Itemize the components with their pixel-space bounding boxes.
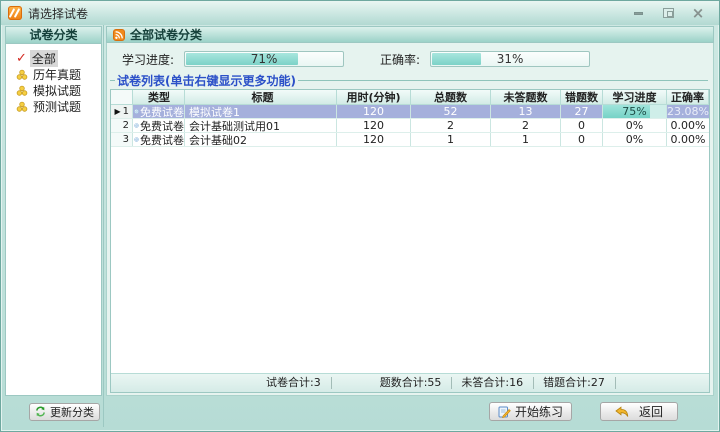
paper-total: 52 — [411, 105, 491, 118]
col-header-progress[interactable]: 学习进度 — [603, 90, 667, 104]
category-tree: ✓ 全部 历年真题 模拟试题 预测试题 — [6, 44, 101, 121]
row-number: 3 — [123, 134, 129, 145]
col-header-total[interactable]: 总题数 — [411, 90, 491, 104]
refresh-categories-label: 更新分类 — [50, 404, 94, 420]
paper-accuracy: 0.00% — [667, 133, 709, 146]
paper-progress: 0% — [603, 133, 667, 146]
paper-table: 类型 标题 用时(分钟) 总题数 未答题数 错题数 学习进度 正确率 ▶1 — [110, 89, 710, 393]
back-icon — [615, 406, 629, 418]
back-label: 返回 — [639, 403, 663, 420]
accuracy-bar: 31% — [430, 51, 590, 67]
sidebar-item-all[interactable]: ✓ 全部 — [8, 51, 99, 66]
paper-unanswered: 1 — [491, 133, 561, 146]
paper-type: 免费试卷 — [140, 105, 184, 118]
paper-type: 免费试卷 — [140, 119, 184, 132]
sidebar-item-past-papers[interactable]: 历年真题 — [8, 67, 99, 82]
table-header-row: 类型 标题 用时(分钟) 总题数 未答题数 错题数 学习进度 正确率 — [111, 90, 709, 105]
col-header-minutes[interactable]: 用时(分钟) — [337, 90, 411, 104]
paper-unanswered: 2 — [491, 119, 561, 132]
paper-minutes: 120 — [337, 133, 411, 146]
minimize-icon[interactable] — [631, 6, 645, 20]
summary-unanswered-count: 未答合计:16 — [461, 377, 534, 389]
paper-progress-cell: 75% — [603, 105, 667, 118]
content-box: 学习进度: 71% 正确率: 31% 试卷列表(单击右键显示更多功能) — [106, 43, 714, 396]
table-row[interactable]: ▶1 免费试卷 模拟试卷1 120 52 13 27 75% 23 — [111, 105, 709, 119]
category-icon — [16, 101, 28, 113]
paper-total: 2 — [411, 119, 491, 132]
accuracy-value: 31% — [431, 52, 589, 66]
refresh-icon — [35, 406, 46, 417]
sidebar-item-label: 模拟试题 — [31, 82, 83, 99]
paper-title: 会计基础测试用01 — [185, 119, 337, 132]
start-practice-button[interactable]: 开始练习 — [489, 402, 572, 421]
action-bar: 开始练习 返回 — [106, 396, 714, 427]
start-practice-icon — [498, 405, 511, 418]
paper-wrong: 0 — [561, 133, 603, 146]
sidebar-item-predict-papers[interactable]: 预测试题 — [8, 99, 99, 114]
paper-disc-icon — [134, 106, 139, 117]
paper-progress: 0% — [603, 119, 667, 132]
red-check-icon: ✓ — [16, 53, 27, 65]
row-number: 2 — [123, 120, 129, 131]
paper-type: 免费试卷 — [140, 133, 184, 146]
col-header-unanswered[interactable]: 未答题数 — [491, 90, 561, 104]
paper-minutes: 120 — [337, 119, 411, 132]
start-practice-label: 开始练习 — [515, 403, 563, 420]
paper-minutes: 120 — [337, 105, 411, 118]
sidebar-item-label: 全部 — [30, 50, 58, 67]
study-progress-value: 71% — [185, 52, 343, 66]
accuracy-label: 正确率: — [380, 51, 420, 68]
dialog-window: 请选择试卷 × 试卷分类 ✓ 全部 历年真题 — [0, 0, 720, 432]
paper-list-title: 试卷列表(单击右键显示更多功能) — [110, 72, 708, 88]
back-button[interactable]: 返回 — [600, 402, 678, 421]
paper-progress: 75% — [603, 105, 666, 118]
summary-paper-count: 试卷合计:3 — [266, 377, 332, 389]
app-icon — [8, 6, 22, 20]
table-row[interactable]: 3 免费试卷 会计基础02 120 1 1 0 0% 0.00% — [111, 133, 709, 147]
col-header-title[interactable]: 标题 — [185, 90, 337, 104]
category-panel-header: 试卷分类 — [6, 27, 101, 44]
paper-accuracy: 0.00% — [667, 119, 709, 132]
sidebar-item-label: 历年真题 — [31, 66, 83, 83]
summary-question-count: 题数合计:55 — [380, 377, 453, 389]
progress-label: 学习进度: — [122, 51, 174, 68]
paper-disc-icon — [134, 120, 139, 131]
titlebar[interactable]: 请选择试卷 × — [1, 1, 719, 25]
paper-accuracy: 23.08% — [667, 105, 709, 118]
paper-unanswered: 13 — [491, 105, 561, 118]
paper-title: 会计基础02 — [185, 133, 337, 146]
col-header-accuracy[interactable]: 正确率 — [667, 90, 709, 104]
col-header-wrong[interactable]: 错题数 — [561, 90, 603, 104]
paper-wrong: 0 — [561, 119, 603, 132]
paper-title: 模拟试卷1 — [185, 105, 337, 118]
stats-row: 学习进度: 71% 正确率: 31% — [110, 47, 710, 71]
client-area: 试卷分类 ✓ 全部 历年真题 模拟试题 — [5, 25, 715, 427]
sidebar-item-label: 预测试题 — [31, 98, 83, 115]
category-icon — [16, 69, 28, 81]
paper-wrong: 27 — [561, 105, 603, 118]
refresh-categories-button[interactable]: 更新分类 — [29, 403, 100, 421]
category-panel: 试卷分类 ✓ 全部 历年真题 模拟试题 — [5, 26, 102, 396]
paper-disc-icon — [134, 134, 139, 145]
row-number: 1 — [123, 106, 129, 117]
study-progress-bar: 71% — [184, 51, 344, 67]
main-panel-header: 全部试卷分类 — [106, 26, 714, 43]
close-icon[interactable]: × — [691, 6, 705, 20]
paper-total: 1 — [411, 133, 491, 146]
sidebar: 试卷分类 ✓ 全部 历年真题 模拟试题 — [5, 25, 103, 427]
maximize-icon[interactable] — [661, 6, 675, 20]
rss-icon — [113, 29, 125, 41]
table-summary-bar: 试卷合计:3 题数合计:55 未答合计:16 错题合计:27 — [111, 373, 709, 392]
row-marker-icon: ▶ — [114, 107, 120, 116]
table-row[interactable]: 2 免费试卷 会计基础测试用01 120 2 2 0 0% 0.00% — [111, 119, 709, 133]
row-number-header — [111, 90, 133, 104]
main-panel: 全部试卷分类 学习进度: 71% 正确率: 31% — [103, 25, 715, 427]
category-icon — [16, 85, 28, 97]
window-title: 请选择试卷 — [28, 5, 88, 22]
main-header-label: 全部试卷分类 — [130, 26, 202, 43]
summary-wrong-count: 错题合计:27 — [543, 377, 616, 389]
table-empty-area — [111, 147, 709, 373]
col-header-type[interactable]: 类型 — [133, 90, 185, 104]
sidebar-item-mock-papers[interactable]: 模拟试题 — [8, 83, 99, 98]
